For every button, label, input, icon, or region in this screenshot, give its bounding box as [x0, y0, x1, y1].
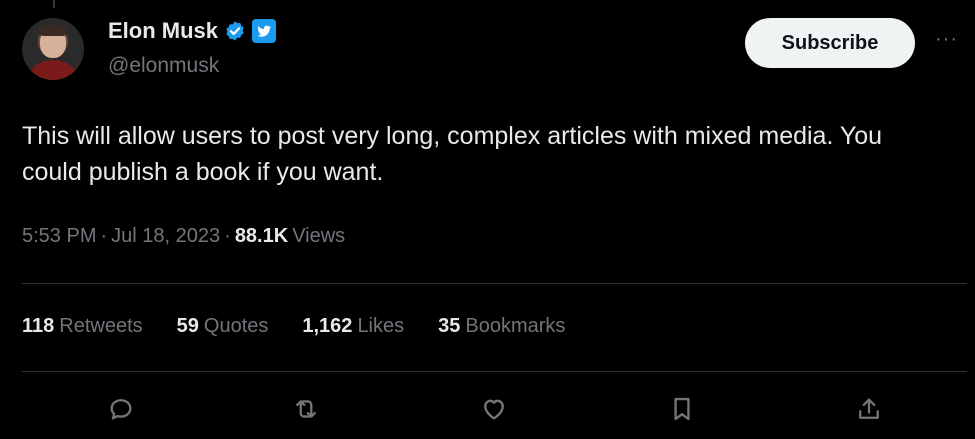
author-name[interactable]: Elon Musk [108, 18, 218, 44]
stat-label: Retweets [59, 315, 143, 337]
stat-retweets[interactable]: 118 Retweets [22, 315, 143, 338]
stat-label: Bookmarks [465, 315, 566, 337]
action-bar [0, 392, 975, 426]
subscribe-button[interactable]: Subscribe [745, 18, 915, 68]
stat-quotes[interactable]: 59 Quotes [177, 315, 269, 338]
tweet-meta: 5:53 PM · Jul 18, 2023 · 88.1K Views [22, 225, 345, 248]
share-icon[interactable] [852, 392, 886, 426]
tweet-text: This will allow users to post very long,… [22, 122, 883, 186]
thread-line [53, 0, 55, 8]
stat-count: 118 [22, 315, 55, 337]
verified-badge-icon[interactable] [224, 20, 246, 42]
like-icon[interactable] [477, 392, 511, 426]
more-options-icon[interactable]: ··· [935, 28, 958, 51]
stat-likes[interactable]: 1,162 Likes [302, 315, 404, 338]
views-count: 88.1K [234, 225, 289, 247]
divider [22, 371, 967, 372]
tweet-date[interactable]: Jul 18, 2023 [111, 225, 220, 248]
stat-count: 59 [176, 315, 199, 337]
stat-count: 1,162 [302, 315, 353, 337]
tweet-stats: 118 Retweets 59 Quotes 1,162 Likes 35 Bo… [22, 315, 565, 338]
bookmark-icon[interactable] [665, 392, 699, 426]
avatar[interactable] [22, 18, 84, 80]
meta-separator: · [224, 225, 231, 247]
author-name-row: Elon Musk [108, 18, 277, 44]
meta-separator: · [100, 225, 108, 247]
avatar-suit [30, 60, 76, 80]
views-label: Views [292, 225, 346, 247]
twitter-bird-badge-icon [252, 19, 277, 43]
stat-bookmarks[interactable]: 35 Bookmarks [438, 315, 565, 338]
avatar-hair [39, 25, 67, 36]
stat-label: Quotes [203, 315, 269, 337]
retweet-icon[interactable] [289, 392, 323, 426]
tweet-time[interactable]: 5:53 PM [22, 225, 96, 248]
reply-icon[interactable] [104, 392, 138, 426]
author-handle[interactable]: @elonmusk [108, 54, 219, 78]
divider [22, 283, 967, 284]
stat-label: Likes [357, 315, 405, 337]
stat-count: 35 [438, 315, 461, 337]
